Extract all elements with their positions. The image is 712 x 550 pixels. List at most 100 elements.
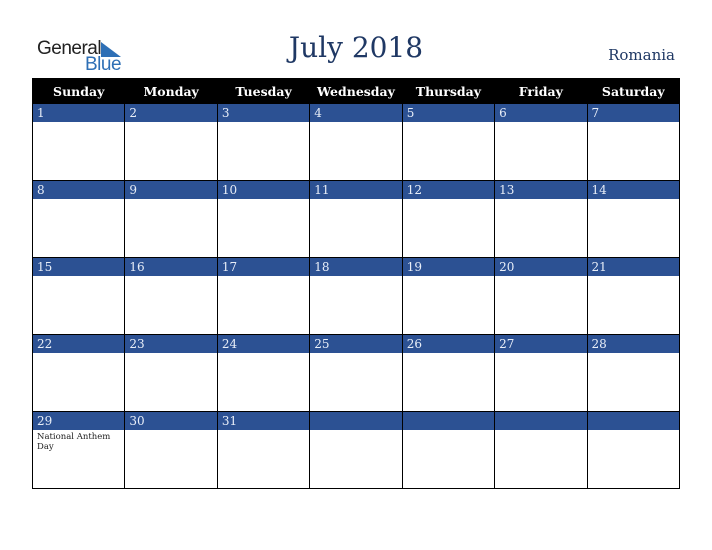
day-number: 11 bbox=[310, 181, 402, 199]
holiday-event bbox=[125, 353, 216, 355]
holiday-event bbox=[403, 430, 494, 432]
holiday-event bbox=[310, 199, 401, 201]
day-cell[interactable] bbox=[494, 411, 588, 489]
day-cell[interactable]: 31 bbox=[216, 411, 311, 489]
day-number: 30 bbox=[125, 412, 217, 430]
day-number: 12 bbox=[402, 181, 495, 199]
holiday-event bbox=[310, 276, 401, 278]
holiday-event bbox=[495, 353, 586, 355]
holiday-event bbox=[403, 353, 494, 355]
day-cell[interactable]: 20 bbox=[494, 257, 588, 335]
day-cell[interactable]: 10 bbox=[216, 180, 311, 258]
day-number: 13 bbox=[495, 181, 587, 199]
day-cell[interactable]: 8 bbox=[31, 180, 126, 258]
holiday-event bbox=[33, 199, 124, 201]
weekday-header: Saturday bbox=[586, 78, 681, 104]
week-row: 22 23 24 25 26 27 28 bbox=[31, 334, 681, 412]
day-number: 27 bbox=[495, 335, 587, 353]
day-number: 10 bbox=[217, 181, 310, 199]
day-cell[interactable]: 2 bbox=[124, 103, 218, 181]
day-number: 20 bbox=[495, 258, 587, 276]
day-cell[interactable]: 26 bbox=[401, 334, 496, 412]
day-cell[interactable]: 29 National Anthem Day bbox=[31, 411, 126, 489]
weekday-header: Friday bbox=[494, 78, 588, 104]
day-number: 1 bbox=[33, 104, 125, 122]
holiday-event bbox=[403, 276, 494, 278]
holiday-event bbox=[310, 353, 401, 355]
day-number: 31 bbox=[217, 412, 310, 430]
day-number: 2 bbox=[125, 104, 217, 122]
day-cell[interactable]: 6 bbox=[494, 103, 588, 181]
day-cell[interactable]: 21 bbox=[586, 257, 681, 335]
holiday-event bbox=[495, 199, 586, 201]
holiday-event bbox=[588, 276, 679, 278]
holiday-event bbox=[218, 122, 309, 124]
day-cell[interactable]: 11 bbox=[309, 180, 403, 258]
day-cell[interactable]: 7 bbox=[586, 103, 681, 181]
holiday-event bbox=[588, 430, 679, 432]
week-row: 1234567 bbox=[31, 103, 681, 181]
day-cell[interactable]: 18 bbox=[309, 257, 403, 335]
day-cell[interactable]: 3 bbox=[216, 103, 311, 181]
day-cell[interactable]: 16 bbox=[124, 257, 218, 335]
holiday-event bbox=[403, 122, 494, 124]
country-label: Romania bbox=[608, 46, 675, 64]
day-cell[interactable]: 23 bbox=[124, 334, 218, 412]
day-number: 26 bbox=[402, 335, 495, 353]
day-cell[interactable]: 27 bbox=[494, 334, 588, 412]
day-cell[interactable]: 5 bbox=[401, 103, 496, 181]
holiday-event bbox=[310, 430, 401, 432]
day-cell[interactable] bbox=[401, 411, 496, 489]
day-number: 25 bbox=[310, 335, 402, 353]
holiday-event bbox=[588, 353, 679, 355]
day-cell[interactable]: 4 bbox=[309, 103, 403, 181]
day-cell[interactable]: 19 bbox=[401, 257, 496, 335]
day-number: 15 bbox=[33, 258, 125, 276]
day-number: 6 bbox=[495, 104, 587, 122]
weekday-header: Tuesday bbox=[216, 78, 311, 104]
day-number bbox=[402, 412, 495, 430]
day-cell[interactable]: 17 bbox=[216, 257, 311, 335]
day-number: 29 bbox=[33, 412, 125, 430]
holiday-event: National Anthem Day bbox=[37, 432, 111, 452]
day-cell[interactable] bbox=[309, 411, 403, 489]
holiday-event bbox=[33, 122, 124, 124]
day-number: 21 bbox=[587, 258, 679, 276]
day-cell[interactable]: 25 bbox=[309, 334, 403, 412]
day-cell[interactable]: 9 bbox=[124, 180, 218, 258]
holiday-event bbox=[495, 276, 586, 278]
day-number: 17 bbox=[217, 258, 310, 276]
day-cell[interactable]: 30 bbox=[124, 411, 218, 489]
day-cell[interactable]: 24 bbox=[216, 334, 311, 412]
day-number: 14 bbox=[587, 181, 679, 199]
holiday-event bbox=[218, 353, 309, 355]
calendar-title: July 2018 bbox=[288, 31, 424, 64]
holiday-event bbox=[33, 353, 124, 355]
day-number: 28 bbox=[587, 335, 679, 353]
day-number: 22 bbox=[33, 335, 125, 353]
day-number: 16 bbox=[125, 258, 217, 276]
day-number bbox=[495, 412, 587, 430]
day-number bbox=[587, 412, 679, 430]
day-cell[interactable]: 14 bbox=[586, 180, 681, 258]
day-cell[interactable]: 13 bbox=[494, 180, 588, 258]
day-cell[interactable]: 12 bbox=[401, 180, 496, 258]
day-cell[interactable]: 28 bbox=[586, 334, 681, 412]
holiday-event bbox=[218, 276, 309, 278]
holiday-event bbox=[125, 122, 216, 124]
day-cell[interactable]: 22 bbox=[31, 334, 126, 412]
calendar-grid: Sunday Monday Tuesday Wednesday Thursday… bbox=[31, 78, 681, 489]
day-cell[interactable] bbox=[586, 411, 681, 489]
day-number: 4 bbox=[310, 104, 402, 122]
weekday-header: Thursday bbox=[401, 78, 496, 104]
holiday-event bbox=[495, 122, 586, 124]
holiday-event bbox=[218, 199, 309, 201]
holiday-event bbox=[33, 276, 124, 278]
day-cell[interactable]: 1 bbox=[31, 103, 126, 181]
day-cell[interactable]: 15 bbox=[31, 257, 126, 335]
weekday-header: Sunday bbox=[31, 78, 126, 104]
day-number: 23 bbox=[125, 335, 217, 353]
day-number: 24 bbox=[217, 335, 310, 353]
holiday-event bbox=[588, 122, 679, 124]
day-number bbox=[310, 412, 402, 430]
